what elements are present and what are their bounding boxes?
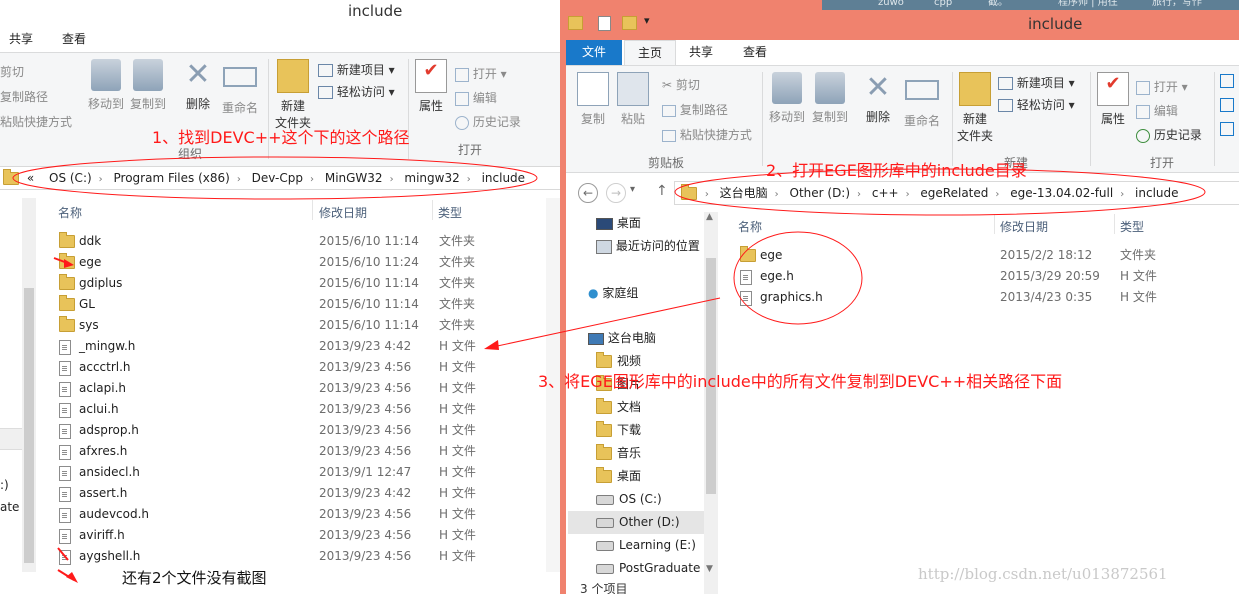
annotation-note: 还有2个文件没有截图 [122, 569, 267, 587]
annotation-arrowhead [484, 340, 499, 350]
annotation-arrowhead-more [66, 572, 78, 583]
annotation-pointer-line [487, 297, 721, 349]
watermark: http://blog.csdn.net/u013872561 [918, 565, 1168, 583]
annotation-step3: 3、将EGE图形库中的include中的所有文件复制到DEVC++相关路径下面 [538, 372, 1063, 391]
annotation-arrow-aygshell [57, 547, 69, 561]
annotation-overlay [12, 156, 1206, 583]
annotation-ellipse-files [733, 231, 863, 325]
annotation-step1: 1、找到DEVC++这个下的这个路径 [152, 128, 410, 147]
annotation-step2: 2、打开EGE图形库中的include目录 [766, 161, 1027, 180]
annotation-arrowhead-ege [64, 259, 74, 268]
annotation-ellipse-left-path [12, 156, 538, 200]
